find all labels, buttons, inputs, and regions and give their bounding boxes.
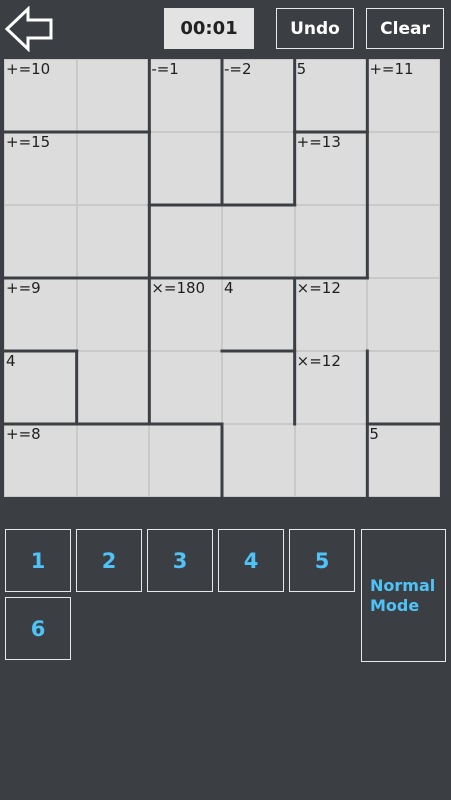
number-button-3[interactable]: 3 [147,529,213,592]
grid-cell[interactable]: ×=180 [149,278,222,351]
grid-cell[interactable] [76,278,150,351]
grid-cell[interactable] [367,132,440,205]
number-button-2[interactable]: 2 [76,529,142,592]
grid-cell[interactable] [4,205,77,278]
cage-clue: +=11 [369,60,414,78]
grid-cell[interactable]: ×=12 [294,351,368,424]
grid-cell[interactable] [222,424,295,497]
cage-clue: +=10 [6,60,51,78]
cage-clue: -=2 [224,60,252,78]
grid-cell[interactable]: -=2 [222,59,295,132]
puzzle-board: +=10 -=1 -=2 5 +=11 +=15 +=13 +=9 ×=180 4 ×=12 4 ×=1… [4,59,440,497]
grid-cell[interactable] [76,205,150,278]
grid-cell[interactable]: -=1 [149,59,222,132]
grid-cell[interactable] [149,132,222,205]
back-button[interactable] [4,6,54,52]
cage-clue: ×=12 [296,279,341,297]
cage-clue: +=9 [6,279,41,297]
cage-clue: 5 [369,425,379,443]
cage-clue: 4 [224,279,234,297]
number-button-6[interactable]: 6 [5,597,71,660]
grid-cell[interactable] [294,424,368,497]
timer-display: 00:01 [164,8,254,49]
grid-cell[interactable] [76,424,150,497]
number-button-4[interactable]: 4 [218,529,284,592]
grid-cell[interactable] [222,351,295,424]
grid-cell[interactable] [222,132,295,205]
cage-clue: -=1 [151,60,179,78]
cage-clue: ×=12 [296,352,341,370]
grid-cell[interactable]: +=9 [4,278,77,351]
cage-clue: +=8 [6,425,41,443]
grid-cell[interactable]: +=10 [4,59,77,132]
cage-clue: 5 [296,60,307,78]
grid-cell[interactable] [294,205,368,278]
grid-cell[interactable]: +=11 [367,59,440,132]
grid-cell[interactable] [367,205,440,278]
grid-cell[interactable]: 5 [294,59,368,132]
grid-cell[interactable] [222,205,295,278]
grid-cell[interactable] [367,278,440,351]
grid-cell[interactable]: 5 [367,424,440,497]
grid-cell[interactable]: +=13 [294,132,368,205]
cage-clue: 4 [6,352,16,370]
grid-cell[interactable]: +=15 [4,132,77,205]
grid-cell[interactable] [367,351,440,424]
undo-button[interactable]: Undo [276,8,354,49]
clear-button[interactable]: Clear [366,8,444,49]
grid-cell[interactable] [76,132,150,205]
grid-cell[interactable] [76,59,150,132]
cage-clue: +=15 [6,133,51,151]
grid-cell[interactable]: 4 [222,278,295,351]
number-button-5[interactable]: 5 [289,529,355,592]
grid-cell[interactable] [149,205,222,278]
arrow-left-icon [4,6,53,52]
cage-clue: +=13 [296,133,341,151]
grid-cell[interactable] [149,424,222,497]
grid-cell[interactable] [149,351,222,424]
grid-cell[interactable]: ×=12 [294,278,368,351]
grid-cell[interactable]: +=8 [4,424,77,497]
number-button-1[interactable]: 1 [5,529,71,592]
cage-clue: ×=180 [151,279,206,297]
mode-toggle-button[interactable]: Normal Mode [361,529,446,662]
grid-cell[interactable]: 4 [4,351,77,424]
grid-cell[interactable] [76,351,150,424]
